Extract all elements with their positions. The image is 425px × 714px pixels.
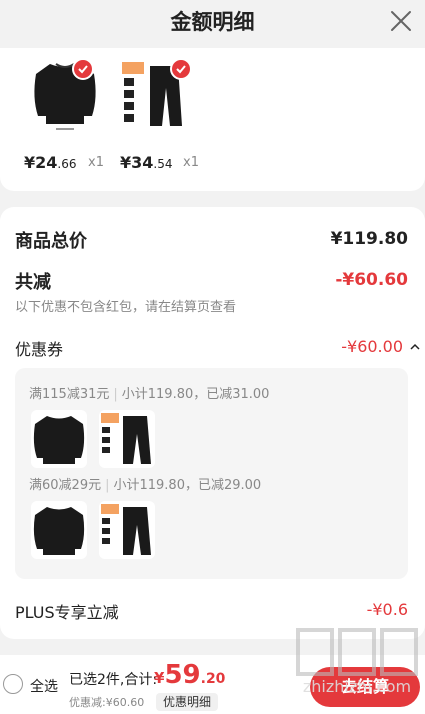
discount-detail-button[interactable]: 优惠明细 — [156, 693, 218, 711]
pants-thumbnail — [99, 501, 155, 559]
coupon-rule-line: 满60减29元 | 小计119.80，已减29.00 — [29, 478, 262, 493]
selected-check-icon[interactable] — [72, 58, 94, 80]
product-price: ¥34.54 — [120, 153, 173, 172]
coupon-detail-box: 满115减31元 | 小计119.80，已减31.00 满60减29元 | 小计119.… — [15, 368, 408, 579]
product-price: ¥24.66 — [24, 153, 77, 172]
modal-header: 金额明细 — [0, 0, 425, 48]
total-reduce-label: 共减 — [15, 272, 51, 293]
sweatshirt-thumbnail — [31, 501, 87, 559]
selected-count: 已选2件,合计: — [69, 672, 158, 688]
product-item[interactable]: ¥24.66 x1 — [24, 58, 104, 183]
total-reduce-value: -¥60.60 — [335, 270, 408, 290]
product-quantity: x1 — [88, 155, 104, 170]
checkout-button[interactable]: 去结算 — [310, 667, 420, 707]
product-quantity: x1 — [183, 155, 199, 170]
coupon-rule-line: 满115减31元 | 小计119.80，已减31.00 — [29, 387, 270, 402]
coupon-rule: 满115减31元 — [29, 387, 110, 402]
select-all-radio[interactable] — [3, 674, 23, 694]
reduce-note: 以下优惠不包含红包，请在结算页查看 — [15, 300, 237, 315]
discount-summary: 优惠减:¥60.60 — [69, 696, 145, 709]
coupon-label: 优惠券 — [15, 340, 64, 359]
pants-thumbnail — [99, 410, 155, 468]
goods-total-label: 商品总价 — [15, 231, 87, 252]
page-title: 金额明细 — [170, 10, 255, 34]
select-all-label[interactable]: 全选 — [30, 676, 58, 696]
product-item[interactable]: ¥34.54 x1 — [120, 58, 200, 183]
total-amount: ¥59.20 — [154, 660, 226, 690]
chevron-up-icon[interactable] — [410, 343, 420, 351]
coupon-detail: 小计119.80，已减29.00 — [113, 478, 262, 493]
plus-discount-label: PLUS专享立减 — [15, 603, 119, 622]
selected-check-icon[interactable] — [170, 58, 192, 80]
plus-discount-value: -¥0.6 — [366, 600, 408, 619]
coupon-detail: 小计119.80，已减31.00 — [121, 387, 270, 402]
price-summary-card: 商品总价 ¥119.80 共减 -¥60.60 以下优惠不包含红包，请在结算页查… — [0, 207, 425, 639]
product-list-card: ¥24.66 x1 ¥34.54 x1 — [0, 48, 425, 191]
sweatshirt-thumbnail — [31, 410, 87, 468]
close-icon[interactable] — [389, 9, 413, 33]
goods-total-value: ¥119.80 — [330, 229, 408, 249]
checkout-bar: 全选 已选2件,合计: ¥59.20 优惠减:¥60.60 优惠明细 去结算 — [0, 655, 425, 714]
coupon-value: -¥60.00 — [341, 337, 403, 356]
coupon-rule: 满60减29元 — [29, 478, 102, 493]
coupon-toggle[interactable]: -¥60.00 — [341, 337, 403, 356]
